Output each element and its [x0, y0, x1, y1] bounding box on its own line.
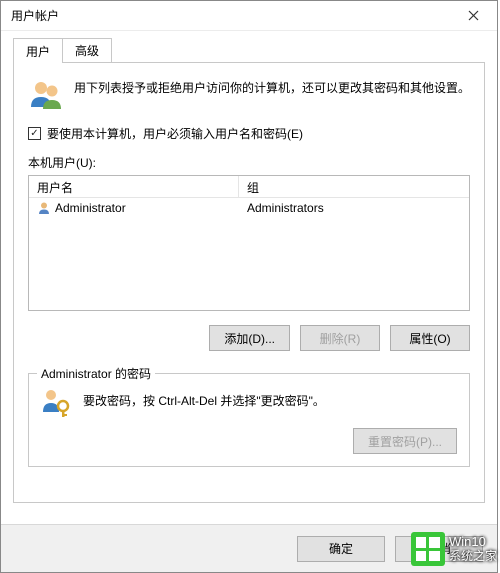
- user-accounts-dialog: 用户帐户 用户 高级 用下列表授予或拒绝用户访问你的计算机，还可以更改其密码和其…: [0, 0, 498, 573]
- users-icon: [28, 77, 64, 113]
- require-password-label: 要使用本计算机，用户必须输入用户名和密码(E): [47, 125, 303, 142]
- dialog-button-bar: 确定 取消: [1, 524, 497, 572]
- list-buttons: 添加(D)... 删除(R) 属性(O): [28, 325, 470, 351]
- close-button[interactable]: [453, 2, 493, 30]
- close-icon: [468, 10, 479, 21]
- column-group[interactable]: 组: [239, 176, 469, 197]
- tabstrip: 用户 高级: [13, 39, 485, 63]
- users-list[interactable]: 用户名 组 Administrator Administrators: [28, 175, 470, 311]
- require-password-checkbox[interactable]: ✓: [28, 127, 41, 140]
- reset-password-button[interactable]: 重置密码(P)...: [353, 428, 457, 454]
- tab-users[interactable]: 用户: [13, 38, 63, 63]
- user-icon: [37, 201, 51, 215]
- titlebar: 用户帐户: [1, 1, 497, 31]
- password-hint-text: 要改密码，按 Ctrl-Alt-Del 并选择"更改密码"。: [83, 386, 325, 409]
- column-username[interactable]: 用户名: [29, 176, 239, 197]
- intro-text: 用下列表授予或拒绝用户访问你的计算机，还可以更改其密码和其他设置。: [74, 77, 470, 97]
- user-group-cell: Administrators: [239, 201, 461, 215]
- cancel-button[interactable]: 取消: [395, 536, 483, 562]
- list-header: 用户名 组: [29, 176, 469, 198]
- key-icon: [41, 386, 73, 418]
- user-name-cell: Administrator: [55, 201, 126, 215]
- list-item[interactable]: Administrator Administrators: [29, 198, 469, 218]
- password-groupbox: Administrator 的密码 要改密码，按 Ctrl-Alt-Del 并选…: [28, 373, 470, 467]
- add-button[interactable]: 添加(D)...: [209, 325, 290, 351]
- properties-button[interactable]: 属性(O): [390, 325, 470, 351]
- tab-pane-users: 用下列表授予或拒绝用户访问你的计算机，还可以更改其密码和其他设置。 ✓ 要使用本…: [13, 63, 485, 503]
- password-legend: Administrator 的密码: [37, 365, 155, 382]
- remove-button[interactable]: 删除(R): [300, 325, 380, 351]
- window-title: 用户帐户: [11, 7, 453, 24]
- ok-button[interactable]: 确定: [297, 536, 385, 562]
- local-users-label: 本机用户(U):: [28, 154, 470, 171]
- tab-advanced[interactable]: 高级: [62, 38, 112, 62]
